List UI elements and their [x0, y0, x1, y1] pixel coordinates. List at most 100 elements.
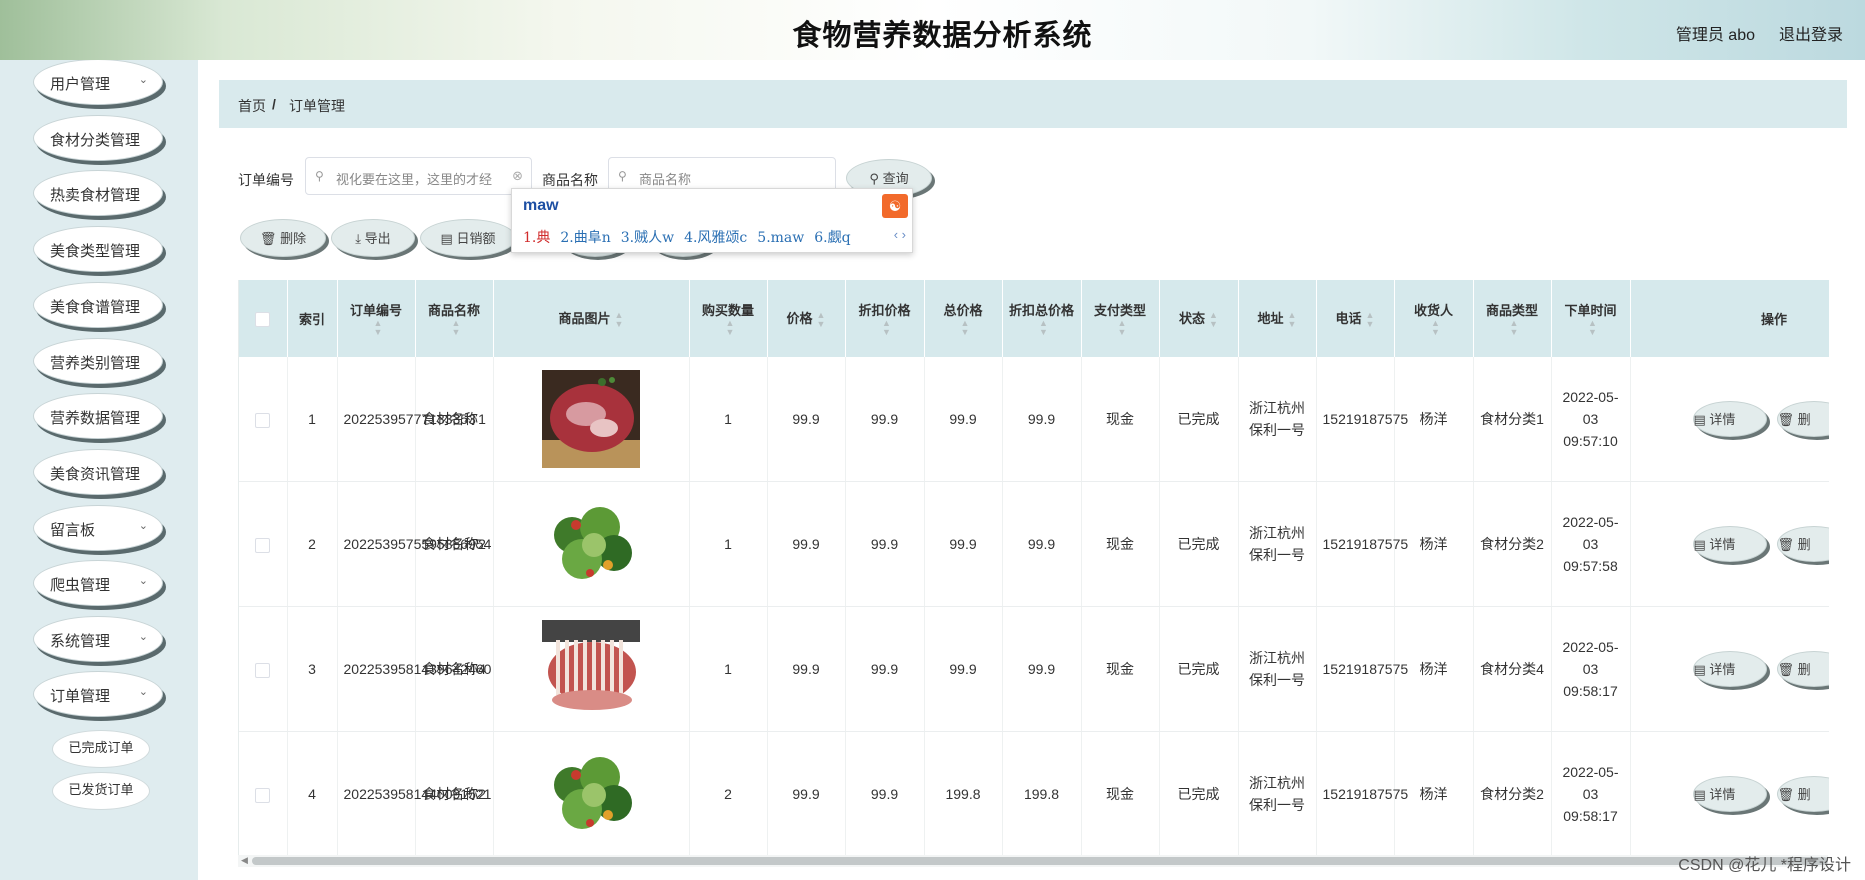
cell-address: 浙江杭州保利一号 [1238, 357, 1317, 482]
sidebar-item[interactable]: 美食资讯管理 [33, 449, 163, 495]
column-header[interactable]: 支付类型 ▲ ▼ [1081, 280, 1160, 357]
delete-button[interactable]: 🗑 删除 [240, 219, 326, 257]
sidebar-item[interactable]: 留言板 ⌄ [33, 505, 163, 551]
sort-icon[interactable]: ▲ ▼ [1431, 319, 1440, 337]
horizontal-scrollbar[interactable]: ◀ [238, 855, 1828, 867]
sort-icon[interactable]: ▲ ▼ [882, 319, 891, 337]
table-row[interactable]: 3 2022539581439642460 食材名称4 1 99.9 99.9 99.9 99… [239, 606, 1829, 732]
sidebar-item[interactable]: 爬虫管理 ⌄ [33, 560, 163, 606]
breadcrumb-separator: / [272, 96, 276, 112]
sort-icon[interactable]: ▲ ▼ [961, 319, 970, 337]
table-row[interactable]: 2 2022539575595856954 食材名称2 1 99.9 99.9 99.9 99… [239, 481, 1829, 607]
export-button[interactable]: ⤓ 导出 [331, 219, 415, 257]
product-image[interactable] [542, 620, 640, 718]
ime-page-arrows-icon[interactable]: ‹ › [894, 227, 906, 242]
sidebar-item[interactable]: 订单管理 ⌄ [33, 671, 163, 717]
cell-text: 已完成 [1177, 411, 1220, 427]
scroll-left-icon[interactable]: ◀ [241, 855, 248, 866]
column-header[interactable]: 商品名称 ▲ ▼ [415, 280, 494, 357]
sort-icon[interactable]: ▲ ▼ [817, 310, 826, 329]
column-header[interactable]: 价格 ▲ ▼ [767, 280, 846, 357]
order-no-input[interactable]: ⚲ 视化要在这里，这里的才经 ⊗ [305, 157, 532, 195]
column-header[interactable]: 收货人 ▲ ▼ [1394, 280, 1474, 357]
cell-product: 食材名称2 [415, 481, 494, 607]
table-row[interactable]: 1 20225395777133353 食材名称1 1 99.9 99.9 99.9 99.9… [239, 357, 1829, 482]
product-image-cell [493, 731, 690, 855]
product-image[interactable] [542, 495, 640, 593]
sort-icon[interactable]: ▲ ▼ [1118, 319, 1127, 337]
ime-candidate[interactable]: 2.曲阜n [560, 230, 610, 246]
row-checkbox[interactable] [255, 787, 271, 803]
column-header[interactable]: 总价格 ▲ ▼ [924, 280, 1003, 357]
row-checkbox[interactable] [255, 412, 271, 428]
sidebar-item[interactable]: 营养数据管理 [33, 393, 163, 439]
clear-icon[interactable]: ⊗ [512, 168, 523, 184]
sidebar-item[interactable]: 食材分类管理 [33, 115, 163, 161]
column-header: 索引 [287, 280, 338, 357]
sort-icon[interactable]: ▲ ▼ [1366, 310, 1375, 329]
sidebar-item[interactable]: 系统管理 ⌄ [33, 616, 163, 662]
sort-icon[interactable]: ▲ ▼ [615, 310, 624, 329]
column-header[interactable]: 状态 ▲ ▼ [1159, 280, 1239, 357]
column-header[interactable]: 折扣价格 ▲ ▼ [845, 280, 925, 357]
ime-candidate[interactable]: 5.maw [757, 230, 804, 246]
bar-chart-icon: ▤ [440, 231, 453, 246]
row-checkbox[interactable] [255, 537, 271, 553]
product-image[interactable] [542, 370, 640, 468]
logout-link[interactable]: 退出登录 [1779, 21, 1843, 45]
column-header-label: 商品类型 [1485, 303, 1538, 318]
row-checkbox[interactable] [255, 662, 271, 678]
cell-pay-type: 现金 [1081, 481, 1160, 607]
sort-icon[interactable]: ▲ ▼ [1510, 319, 1519, 337]
select-all-checkbox[interactable] [255, 311, 271, 327]
sort-icon[interactable]: ▲ ▼ [452, 319, 461, 337]
row-delete-button[interactable]: 🗑 删 [1776, 526, 1829, 562]
column-header[interactable]: 购买数量 ▲ ▼ [689, 280, 768, 357]
sidebar-item[interactable]: 热卖食材管理 [33, 170, 163, 216]
sort-icon[interactable]: ▲ ▼ [1288, 310, 1297, 329]
sort-icon[interactable]: ▲ ▼ [726, 319, 735, 337]
sort-icon[interactable]: ▲ ▼ [1588, 319, 1597, 337]
cell-status: 已完成 [1159, 481, 1239, 607]
scrollbar-thumb[interactable] [252, 857, 1828, 865]
daily-sales-button[interactable]: ▤ 日销额 [420, 219, 516, 257]
detail-button[interactable]: ▤ 详情 [1692, 401, 1767, 437]
row-delete-button[interactable]: 🗑 删 [1776, 776, 1829, 812]
cell-text: 食材分类4 [1480, 661, 1544, 677]
sidebar-item[interactable]: 美食类型管理 [33, 226, 163, 272]
sidebar-item[interactable]: 美食食谱管理 [33, 282, 163, 328]
column-header[interactable]: 电话 ▲ ▼ [1316, 280, 1395, 357]
column-header[interactable]: 地址 ▲ ▼ [1238, 280, 1317, 357]
document-icon: ▤ [1693, 537, 1706, 552]
cell-time: 2022-05-03 09:57:10 [1551, 357, 1631, 482]
sort-icon[interactable]: ▲ ▼ [1209, 310, 1218, 329]
cell-text: 99.9 [792, 411, 820, 427]
cell-category: 食材分类2 [1473, 481, 1552, 607]
sidebar-item-label: 营养类别管理 [50, 355, 141, 372]
ime-candidate[interactable]: 4.风雅颂c [684, 230, 747, 246]
cell-phone: 15219187575 [1316, 357, 1408, 482]
detail-button[interactable]: ▤ 详情 [1692, 651, 1767, 687]
column-header[interactable]: 下单时间 ▲ ▼ [1551, 280, 1631, 357]
sort-icon[interactable]: ▲ ▼ [1039, 319, 1048, 337]
column-header[interactable]: 订单编号 ▲ ▼ [337, 280, 416, 357]
ime-candidate[interactable]: 6.觑q [814, 230, 850, 246]
sidebar-item[interactable]: 用户管理 ⌄ [33, 60, 163, 105]
sidebar-item[interactable]: 营养类别管理 [33, 338, 163, 384]
column-header[interactable]: 折扣总价格 ▲ ▼ [1002, 280, 1082, 357]
admin-username[interactable]: 管理员 abo [1676, 21, 1755, 45]
breadcrumb-home[interactable]: 首页 [238, 96, 266, 116]
column-header[interactable]: 商品类型 ▲ ▼ [1473, 280, 1552, 357]
row-delete-button[interactable]: 🗑 删 [1776, 401, 1829, 437]
ime-candidate[interactable]: 1.典 [523, 230, 550, 246]
row-delete-button[interactable]: 🗑 删 [1776, 651, 1829, 687]
ime-candidate[interactable]: 3.贼人w [621, 230, 674, 246]
detail-button[interactable]: ▤ 详情 [1692, 526, 1767, 562]
column-header[interactable]: 商品图片 ▲ ▼ [493, 280, 690, 357]
detail-button[interactable]: ▤ 详情 [1692, 776, 1767, 812]
sidebar-subitem[interactable]: 已发货订单 [52, 772, 150, 810]
sidebar-subitem[interactable]: 已完成订单 [52, 730, 150, 768]
table-row[interactable]: 4 2022539581440091521 食材名称2 2 99.9 99.9 199.8 1… [239, 731, 1829, 855]
product-image[interactable] [542, 745, 640, 843]
sort-icon[interactable]: ▲ ▼ [374, 319, 383, 337]
